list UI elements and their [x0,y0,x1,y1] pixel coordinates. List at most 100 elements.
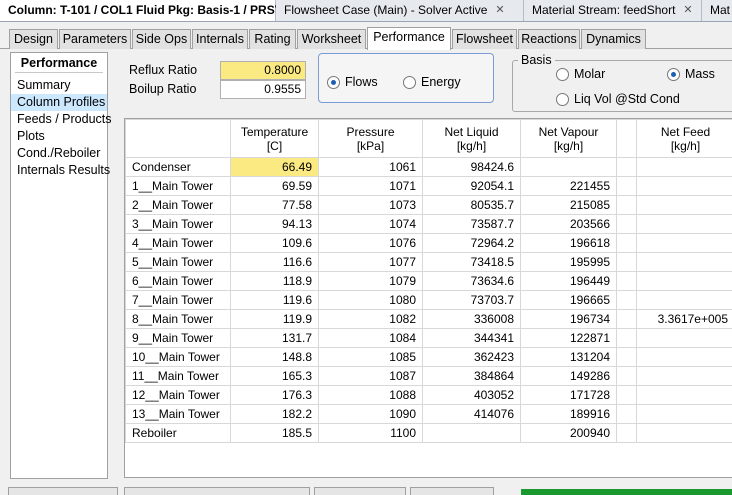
close-icon[interactable]: ✕ [683,0,692,21]
cell-blank[interactable] [616,423,637,443]
cell-net-vapour[interactable] [520,157,617,177]
reflux-ratio-field[interactable]: 0.8000 [220,61,306,80]
column-header-pressure[interactable]: Pressure [kPa] [318,119,423,158]
cell-net-vapour[interactable]: 149286 [520,366,617,386]
cell-net-liquid[interactable]: 336008 [422,309,521,329]
cell-pressure[interactable]: 1088 [318,385,423,405]
cell-temperature[interactable]: 182.2 [230,404,319,424]
column-header-blank[interactable] [616,119,637,158]
flows-radio[interactable]: Flows [327,75,378,89]
tab-reactions[interactable]: Reactions [518,29,580,49]
cell-blank[interactable] [616,290,637,310]
cell-net-vapour[interactable]: 196734 [520,309,617,329]
cell-pressure[interactable]: 1080 [318,290,423,310]
cell-temperature[interactable]: 165.3 [230,366,319,386]
cell-temperature[interactable]: 176.3 [230,385,319,405]
cell-blank[interactable] [616,404,637,424]
cell-net-vapour[interactable]: 203566 [520,214,617,234]
cell-pressure[interactable]: 1090 [318,404,423,424]
cell-net-feed[interactable] [636,347,732,367]
cell-blank[interactable] [616,328,637,348]
cell-net-feed[interactable] [636,271,732,291]
column-profiles-grid[interactable]: Temperature [C] Pressure [kPa] Net Liqui… [124,118,732,478]
cell-net-liquid[interactable]: 98424.6 [422,157,521,177]
doc-tab-flowsheet-case[interactable]: Flowsheet Case (Main) - Solver Active ✕ [276,0,524,21]
cell-net-feed[interactable] [636,290,732,310]
doc-tab-material-stream[interactable]: Material Stream: feedShort ✕ [524,0,702,21]
cell-net-feed[interactable] [636,214,732,234]
tab-rating[interactable]: Rating [249,29,296,49]
cell-net-liquid[interactable]: 403052 [422,385,521,405]
cell-net-liquid[interactable]: 414076 [422,404,521,424]
cell-pressure[interactable]: 1077 [318,252,423,272]
bottom-button[interactable] [8,487,118,495]
cell-net-vapour[interactable]: 195995 [520,252,617,272]
cell-net-vapour[interactable]: 196665 [520,290,617,310]
cell-pressure[interactable]: 1082 [318,309,423,329]
cell-pressure[interactable]: 1061 [318,157,423,177]
cell-net-feed[interactable] [636,195,732,215]
cell-net-feed[interactable] [636,366,732,386]
cell-temperature[interactable]: 66.49 [230,157,319,177]
bottom-button[interactable] [124,487,310,495]
cell-net-liquid[interactable]: 92054.1 [422,176,521,196]
cell-pressure[interactable]: 1085 [318,347,423,367]
cell-blank[interactable] [616,347,637,367]
liq-vol-radio[interactable]: Liq Vol @Std Cond [556,92,680,106]
tab-internals[interactable]: Internals [192,29,248,49]
nav-item-cond-reboiler[interactable]: Cond./Reboiler [11,145,107,162]
nav-item-feeds-products[interactable]: Feeds / Products [11,111,112,128]
cell-blank[interactable] [616,233,637,253]
cell-pressure[interactable]: 1076 [318,233,423,253]
tab-design[interactable]: Design [9,29,58,49]
cell-pressure[interactable]: 1073 [318,195,423,215]
cell-net-vapour[interactable]: 221455 [520,176,617,196]
cell-pressure[interactable]: 1071 [318,176,423,196]
cell-net-vapour[interactable]: 215085 [520,195,617,215]
cell-net-liquid[interactable]: 73703.7 [422,290,521,310]
cell-net-liquid[interactable]: 72964.2 [422,233,521,253]
nav-item-column-profiles[interactable]: Column Profiles [11,94,107,111]
cell-net-feed[interactable] [636,252,732,272]
nav-item-internals-results[interactable]: Internals Results [11,162,110,179]
cell-pressure[interactable]: 1074 [318,214,423,234]
cell-blank[interactable] [616,252,637,272]
cell-blank[interactable] [616,271,637,291]
doc-tab-column[interactable]: Column: T-101 / COL1 Fluid Pkg: Basis-1 … [0,0,300,21]
close-icon[interactable]: ✕ [495,0,504,21]
molar-radio[interactable]: Molar [556,67,605,81]
bottom-button[interactable] [314,487,406,495]
cell-pressure[interactable]: 1079 [318,271,423,291]
tab-worksheet[interactable]: Worksheet [297,29,366,49]
cell-temperature[interactable]: 118.9 [230,271,319,291]
doc-tab-mat[interactable]: Mat [702,0,732,21]
cell-net-liquid[interactable]: 80535.7 [422,195,521,215]
boilup-ratio-field[interactable]: 0.9555 [220,80,306,99]
cell-net-liquid[interactable]: 73634.6 [422,271,521,291]
cell-net-vapour[interactable]: 131204 [520,347,617,367]
cell-temperature[interactable]: 116.6 [230,252,319,272]
tab-flowsheet[interactable]: Flowsheet [452,29,517,49]
cell-temperature[interactable]: 119.6 [230,290,319,310]
tab-parameters[interactable]: Parameters [59,29,131,49]
cell-blank[interactable] [616,157,637,177]
cell-blank[interactable] [616,385,637,405]
cell-temperature[interactable]: 185.5 [230,423,319,443]
cell-temperature[interactable]: 119.9 [230,309,319,329]
cell-temperature[interactable]: 94.13 [230,214,319,234]
cell-net-liquid[interactable]: 73418.5 [422,252,521,272]
cell-net-liquid[interactable]: 384864 [422,366,521,386]
cell-net-vapour[interactable]: 196449 [520,271,617,291]
cell-net-feed[interactable] [636,328,732,348]
mass-radio[interactable]: Mass [667,67,715,81]
cell-net-liquid[interactable]: 344341 [422,328,521,348]
cell-pressure[interactable]: 1084 [318,328,423,348]
cell-pressure[interactable]: 1100 [318,423,423,443]
cell-temperature[interactable]: 69.59 [230,176,319,196]
tab-dynamics[interactable]: Dynamics [581,29,646,49]
column-header-net-feed[interactable]: Net Feed [kg/h] [636,119,732,158]
cell-net-vapour[interactable]: 200940 [520,423,617,443]
cell-net-feed[interactable] [636,157,732,177]
cell-net-feed[interactable] [636,423,732,443]
cell-net-feed[interactable] [636,176,732,196]
